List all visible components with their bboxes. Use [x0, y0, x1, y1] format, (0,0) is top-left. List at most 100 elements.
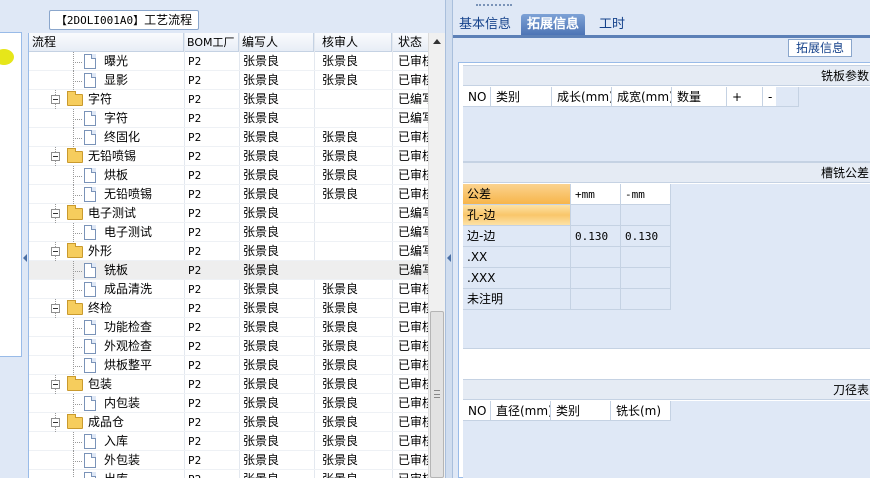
bom-factory-cell: P2 [184, 470, 239, 478]
grid-header: 流程 BOM工厂 编写人 核审人 状态 [29, 33, 445, 52]
table-row[interactable]: 烘板 P2 张景良 张景良 已审核 [29, 166, 429, 185]
table-row[interactable]: 外形 P2 张景良 已编写 [29, 242, 429, 261]
detail-tabs: 基本信息 拓展信息 工时 [453, 11, 870, 38]
bom-factory-cell: P2 [188, 359, 202, 372]
tolerance-label-cell[interactable]: 未注明 [463, 289, 571, 310]
table-row[interactable]: 终固化 P2 张景良 张景良 已审核 [29, 128, 429, 147]
table-row[interactable]: 无铅喷锡 P2 张景良 张景良 已审核 [29, 185, 429, 204]
table-row[interactable]: 功能检查 P2 张景良 张景良 已审核 [29, 318, 429, 337]
table-row[interactable]: 终检 P2 张景良 张景良 已审核 [29, 299, 429, 318]
status-cell: 已审核 [398, 320, 429, 334]
table-row[interactable]: 曝光 P2 张景良 张景良 已审核 [29, 52, 429, 71]
scrollbar-thumb[interactable] [430, 311, 444, 478]
document-icon [84, 263, 96, 278]
table-row[interactable]: 外观检查 P2 张景良 张景良 已审核 [29, 337, 429, 356]
tolerance-label-cell[interactable]: .XX [463, 247, 571, 268]
tool-diameter-header: 刀径表 [463, 379, 870, 400]
table-row[interactable]: 烘板整平 P2 张景良 张景良 已审核 [29, 356, 429, 375]
collapse-toggle-icon[interactable] [51, 380, 60, 389]
process-name: 烘板 [104, 168, 129, 182]
column-header-status[interactable]: 状态 [392, 33, 429, 52]
process-name: 曝光 [104, 54, 129, 68]
collapse-toggle-icon[interactable] [51, 304, 60, 313]
milling-params-table[interactable]: NO 类别 成长(mm) 成宽(mm) 数量 + - [463, 87, 870, 162]
table-row[interactable]: 入库 P2 张景良 张景良 已审核 [29, 432, 429, 451]
collapse-toggle-icon[interactable] [51, 247, 60, 256]
table-row[interactable]: 无铅喷锡 P2 张景良 张景良 已审核 [29, 147, 429, 166]
process-name: 外观检查 [104, 339, 153, 353]
table-row[interactable]: 字符 P2 张景良 已编写 [29, 109, 429, 128]
column-diameter: 直径(mm) [491, 401, 551, 421]
tolerance-minus-cell[interactable] [621, 268, 671, 289]
writer-cell: 张景良 [243, 377, 280, 391]
tolerance-label-cell[interactable]: .XXX [463, 268, 571, 289]
extended-info-frame: 铣板参数 NO 类别 成长(mm) 成宽(mm) 数量 + - 槽铣公差 公差 … [458, 62, 870, 478]
column-header-bom-factory[interactable]: BOM工厂 [184, 33, 239, 52]
table-row[interactable]: 铣板 P2 张景良 已编写 [29, 261, 429, 280]
process-name: 包装 [88, 377, 113, 391]
top-grip-handle[interactable] [476, 4, 512, 8]
tolerance-label-cell[interactable]: 边-边 [463, 226, 571, 247]
document-icon [84, 54, 96, 69]
status-cell: 已审核 [398, 282, 429, 296]
writer-cell: 张景良 [243, 168, 280, 182]
folder-icon [67, 205, 83, 220]
table-row[interactable]: 外包装 P2 张景良 张景良 已审核 [29, 451, 429, 470]
table-row[interactable]: 字符 P2 张景良 已编写 [29, 90, 429, 109]
table-row[interactable]: 内包装 P2 张景良 张景良 已审核 [29, 394, 429, 413]
grid-vertical-scrollbar[interactable] [428, 33, 445, 478]
tab-basic-info[interactable]: 基本信息 [453, 14, 517, 35]
tolerance-minus-cell[interactable] [621, 289, 671, 310]
document-icon [84, 187, 96, 202]
process-tree-grid[interactable]: 流程 BOM工厂 编写人 核审人 状态 曝光P2张景良张景良已审核显影P2张景良… [28, 33, 445, 478]
status-cell: 已审核 [398, 149, 429, 163]
tolerance-minus-cell[interactable] [621, 205, 671, 226]
reviewer-cell: 张景良 [322, 54, 359, 68]
tab-extended-info[interactable]: 拓展信息 [521, 14, 586, 35]
status-cell: 已审核 [398, 377, 429, 391]
tolerance-header-minus: -mm [621, 184, 671, 205]
collapse-toggle-icon[interactable] [51, 95, 60, 104]
tolerance-label-cell[interactable]: 孔-边 [463, 205, 571, 226]
center-splitter[interactable] [445, 0, 453, 478]
table-row[interactable]: 显影 P2 张景良 张景良 已审核 [29, 71, 429, 90]
tolerance-plus-cell[interactable]: 0.130 [571, 226, 621, 247]
slot-tolerance-header: 槽铣公差 [463, 162, 870, 183]
status-cell: 已审核 [398, 339, 429, 353]
column-header-process[interactable]: 流程 [29, 33, 184, 52]
table-row[interactable]: 电子测试 P2 张景良 已编写 [29, 223, 429, 242]
table-row[interactable]: 出库P2张景良张景良已审核 [29, 470, 429, 478]
collapse-toggle-icon[interactable] [51, 418, 60, 427]
process-name: 烘板整平 [104, 358, 153, 372]
column-header-reviewer[interactable]: 核审人 [314, 33, 392, 52]
table-row[interactable]: 包装 P2 张景良 张景良 已审核 [29, 375, 429, 394]
bom-factory-cell: P2 [188, 55, 202, 68]
collapse-arrow-icon[interactable] [447, 254, 451, 262]
tolerance-plus-cell[interactable] [571, 268, 621, 289]
column-width: 成宽(mm) [612, 87, 672, 107]
table-row[interactable]: 电子测试 P2 张景良 已编写 [29, 204, 429, 223]
reviewer-cell: 张景良 [322, 434, 359, 448]
column-header-writer[interactable]: 编写人 [239, 33, 314, 52]
reviewer-cell: 张景良 [314, 470, 392, 478]
scroll-up-arrow-icon[interactable] [433, 39, 441, 44]
collapse-toggle-icon[interactable] [51, 152, 60, 161]
writer-cell: 张景良 [243, 434, 280, 448]
collapse-toggle-icon[interactable] [51, 209, 60, 218]
tolerance-plus-cell[interactable] [571, 205, 621, 226]
reviewer-cell: 张景良 [322, 282, 359, 296]
process-name: 外包装 [104, 453, 141, 467]
document-icon [84, 396, 96, 411]
table-row[interactable]: 成品仓 P2 张景良 张景良 已审核 [29, 413, 429, 432]
tool-diameter-table[interactable]: NO 直径(mm) 类别 铣长(m) [463, 401, 870, 478]
status-cell: 已审核 [398, 396, 429, 410]
table-row[interactable]: 成品清洗 P2 张景良 张景良 已审核 [29, 280, 429, 299]
collapse-left-arrow-icon[interactable] [23, 254, 27, 262]
process-name: 无铅喷锡 [104, 187, 153, 201]
tolerance-minus-cell[interactable] [621, 247, 671, 268]
tolerance-plus-cell[interactable] [571, 289, 621, 310]
document-icon [84, 282, 96, 297]
tolerance-minus-cell[interactable]: 0.130 [621, 226, 671, 247]
tab-work-hours[interactable]: 工时 [593, 14, 631, 35]
tolerance-plus-cell[interactable] [571, 247, 621, 268]
